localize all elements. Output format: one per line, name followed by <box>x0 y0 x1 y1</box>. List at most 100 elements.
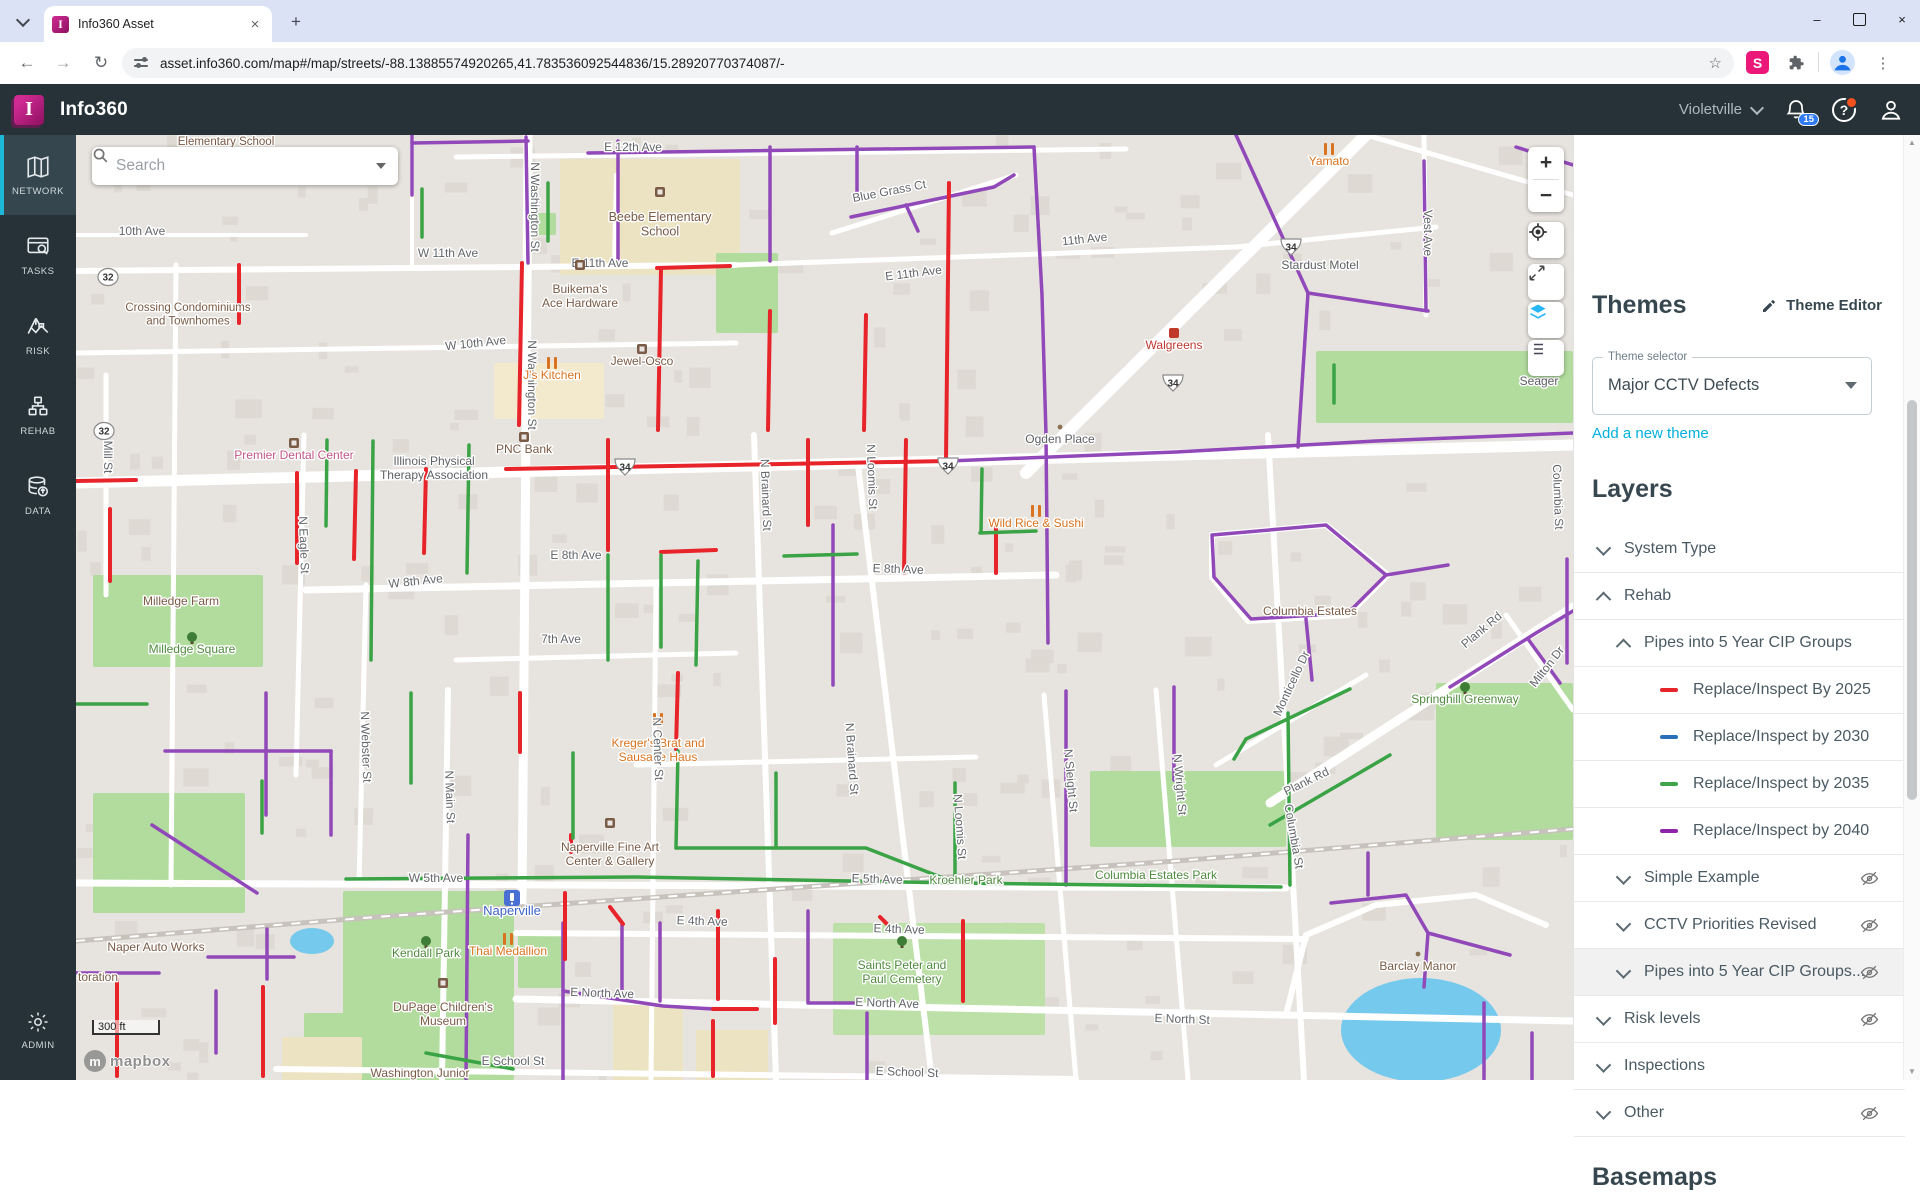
fullscreen-button[interactable] <box>1528 264 1564 300</box>
toggle-visibility-button[interactable] <box>1860 1010 1879 1034</box>
data-icon <box>25 474 51 500</box>
site-settings-icon[interactable] <box>134 56 150 70</box>
layer-row-simple-example[interactable]: Simple Example <box>1574 855 1905 902</box>
map-label: Jewel-Osco <box>611 354 674 368</box>
help-icon[interactable]: ? <box>1832 98 1856 122</box>
visibility-off-icon <box>1860 916 1879 935</box>
toggle-visibility-button[interactable] <box>1860 916 1879 940</box>
map-label: E North Ave <box>855 995 920 1011</box>
legend-list-button[interactable] <box>1528 340 1564 376</box>
sidebar-item-data[interactable]: DATA <box>0 455 76 535</box>
toggle-visibility-button[interactable] <box>1860 869 1879 893</box>
zoom-in-button[interactable]: + <box>1528 147 1564 179</box>
chevron-up-icon[interactable] <box>1616 638 1632 654</box>
layer-row-other[interactable]: Other <box>1574 1090 1905 1137</box>
theme-selector-value: Major CCTV Defects <box>1608 376 1759 395</box>
search-placeholder: Search <box>116 157 376 175</box>
tasks-icon <box>25 234 51 260</box>
scrollbar-thumb[interactable] <box>1907 400 1917 800</box>
theme-selector-label: Theme selector <box>1603 351 1692 363</box>
map-label: Premier Dental Center <box>234 448 353 462</box>
browser-menu-icon[interactable]: ⋮ <box>1868 48 1898 78</box>
scroll-up-arrow[interactable]: ▲ <box>1904 135 1920 151</box>
chevron-down-icon[interactable] <box>1616 916 1632 932</box>
search-dropdown-caret[interactable] <box>376 163 386 169</box>
tenant-dropdown[interactable]: Violetville <box>1679 101 1762 118</box>
chevron-down-icon[interactable] <box>1596 540 1612 556</box>
map-label: Vest Ave <box>1421 210 1435 257</box>
map-search-input[interactable]: Search <box>92 147 398 185</box>
chevron-down-icon <box>1750 100 1764 114</box>
back-button[interactable]: ← <box>12 48 42 78</box>
add-new-theme-link[interactable]: Add a new theme <box>1592 425 1709 442</box>
themes-panel: Themes Theme Editor Theme selector Major… <box>1573 135 1920 1080</box>
layer-row-replace-inspect-by-2025[interactable]: Replace/Inspect By 2025 <box>1574 667 1905 714</box>
left-navigation: NETWORK TASKS RISK REHAB DATA ADMIN <box>0 135 76 1080</box>
locate-button[interactable] <box>1528 222 1564 258</box>
theme-selector[interactable]: Theme selector Major CCTV Defects <box>1592 357 1872 415</box>
chevron-down-icon[interactable] <box>1596 1010 1612 1026</box>
layer-row-rehab[interactable]: Rehab <box>1574 573 1905 620</box>
sidebar-item-tasks[interactable]: TASKS <box>0 215 76 295</box>
layers-button[interactable] <box>1528 302 1564 338</box>
user-account-icon[interactable] <box>1878 97 1904 123</box>
toggle-visibility-button[interactable] <box>1860 963 1879 987</box>
browser-tab[interactable]: I Info360 Asset × <box>44 6 272 42</box>
map-label: Monticello Dr <box>1270 649 1312 718</box>
chevron-down-icon[interactable] <box>1596 1057 1612 1073</box>
window-close-button[interactable]: × <box>1892 12 1912 27</box>
window-minimize-button[interactable]: – <box>1807 12 1827 27</box>
toggle-visibility-button[interactable] <box>1860 1104 1879 1128</box>
forward-button[interactable]: → <box>48 48 78 78</box>
svg-text:34: 34 <box>1167 379 1179 390</box>
layer-row-cctv-priorities-revised[interactable]: CCTV Priorities Revised <box>1574 902 1905 949</box>
layer-label: Replace/Inspect By 2025 <box>1693 681 1871 699</box>
sidebar-item-admin[interactable]: ADMIN <box>0 990 76 1070</box>
browser-tab-strip: I Info360 Asset × + – × <box>0 0 1920 42</box>
layer-row-system-type[interactable]: System Type <box>1574 526 1905 573</box>
visibility-off-icon <box>1860 1010 1879 1029</box>
new-tab-button[interactable]: + <box>284 10 308 34</box>
sidebar-item-rehab[interactable]: REHAB <box>0 375 76 455</box>
pinned-extension-icon[interactable]: S <box>1746 51 1769 74</box>
layers-title: Layers <box>1592 475 1673 504</box>
svg-text:32: 32 <box>102 273 114 284</box>
mapbox-icon: m <box>84 1050 106 1072</box>
sidebar-item-network[interactable]: NETWORK <box>0 135 76 215</box>
chevron-down-icon[interactable] <box>1616 963 1632 979</box>
chevron-down-icon[interactable] <box>1596 1104 1612 1120</box>
panel-scrollbar[interactable]: ▲ ▼ <box>1903 135 1920 1080</box>
layer-row-replace-inspect-by-2030[interactable]: Replace/Inspect by 2030 <box>1574 714 1905 761</box>
reload-button[interactable]: ↻ <box>86 48 116 78</box>
theme-editor-button[interactable]: Theme Editor <box>1761 297 1882 314</box>
map-canvas[interactable]: 343434343232Elementary SchoolE 12th AveB… <box>76 135 1573 1080</box>
layer-label: Replace/Inspect by 2035 <box>1693 775 1869 793</box>
window-maximize-button[interactable] <box>1853 13 1866 26</box>
locate-icon <box>1528 222 1548 242</box>
chevron-up-icon[interactable] <box>1596 591 1612 607</box>
layer-row-replace-inspect-by-2035[interactable]: Replace/Inspect by 2035 <box>1574 761 1905 808</box>
visibility-off-icon <box>1860 963 1879 982</box>
map-label: Yamato <box>1309 154 1350 168</box>
bookmark-star-icon[interactable]: ☆ <box>1709 54 1722 72</box>
layer-row-pipes-into-5-year-cip-groups[interactable]: Pipes into 5 Year CIP Groups <box>1574 620 1905 667</box>
notifications-bell-icon[interactable]: 15 <box>1784 97 1810 123</box>
zoom-out-button[interactable]: − <box>1528 180 1564 212</box>
map-label: E School St <box>876 1064 940 1080</box>
layer-row-inspections[interactable]: Inspections <box>1574 1043 1905 1090</box>
layer-row-replace-inspect-by-2040[interactable]: Replace/Inspect by 2040 <box>1574 808 1905 855</box>
tab-close-icon[interactable]: × <box>246 15 264 33</box>
sidebar-item-risk[interactable]: RISK <box>0 295 76 375</box>
layer-row-risk-levels[interactable]: Risk levels <box>1574 996 1905 1043</box>
extensions-icon[interactable] <box>1782 48 1812 78</box>
tenant-name: Violetville <box>1679 101 1742 118</box>
browser-profile-avatar[interactable] <box>1830 50 1855 75</box>
scroll-down-arrow[interactable]: ▼ <box>1904 1064 1920 1080</box>
chevron-down-icon[interactable] <box>1616 869 1632 885</box>
layer-row-pipes-into-5-year-cip-groups[interactable]: Pipes into 5 Year CIP Groups... <box>1574 949 1905 996</box>
tab-search-chevron-icon[interactable] <box>10 10 36 34</box>
address-bar[interactable]: asset.info360.com/map#/map/streets/-88.1… <box>122 48 1734 78</box>
mapbox-logo[interactable]: m mapbox <box>84 1050 171 1072</box>
map-label: Thai Medallion <box>469 944 547 958</box>
map-graphic: 343434343232Elementary SchoolE 12th AveB… <box>76 135 1573 1080</box>
